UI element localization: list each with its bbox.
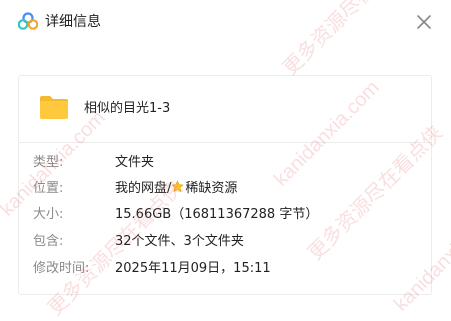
star-icon — [171, 180, 185, 193]
contains-label: 包含: — [33, 234, 64, 249]
type-label: 类型: — [33, 155, 64, 170]
type-value: 文件夹 — [115, 155, 155, 170]
dialog-header: 详细信息 — [0, 0, 451, 44]
file-summary: 相似的目光1-3 — [19, 76, 431, 143]
details-card: 相似的目光1-3 类型: 文件夹 位置: 我的网盘/稀缺资源 大小: 15.66… — [18, 75, 432, 295]
dialog-title: 详细信息 — [45, 14, 101, 30]
location-value: 我的网盘/稀缺资源 — [115, 179, 237, 199]
size-label: 大小: — [33, 207, 64, 222]
file-name: 相似的目光1-3 — [84, 101, 171, 116]
contains-value: 32个文件、3个文件夹 — [115, 234, 244, 249]
close-icon[interactable] — [412, 10, 436, 34]
location-folder-name: 稀缺资源 — [185, 181, 238, 196]
modified-label: 修改时间: — [33, 261, 90, 276]
size-value: 15.66GB（16811367288 字节） — [115, 207, 319, 222]
cloud-logo-icon — [18, 12, 38, 30]
location-label: 位置: — [33, 181, 64, 196]
folder-icon — [40, 96, 68, 119]
location-path-prefix: 我的网盘/ — [115, 181, 172, 196]
modified-value: 2025年11月09日，15:11 — [115, 261, 271, 276]
